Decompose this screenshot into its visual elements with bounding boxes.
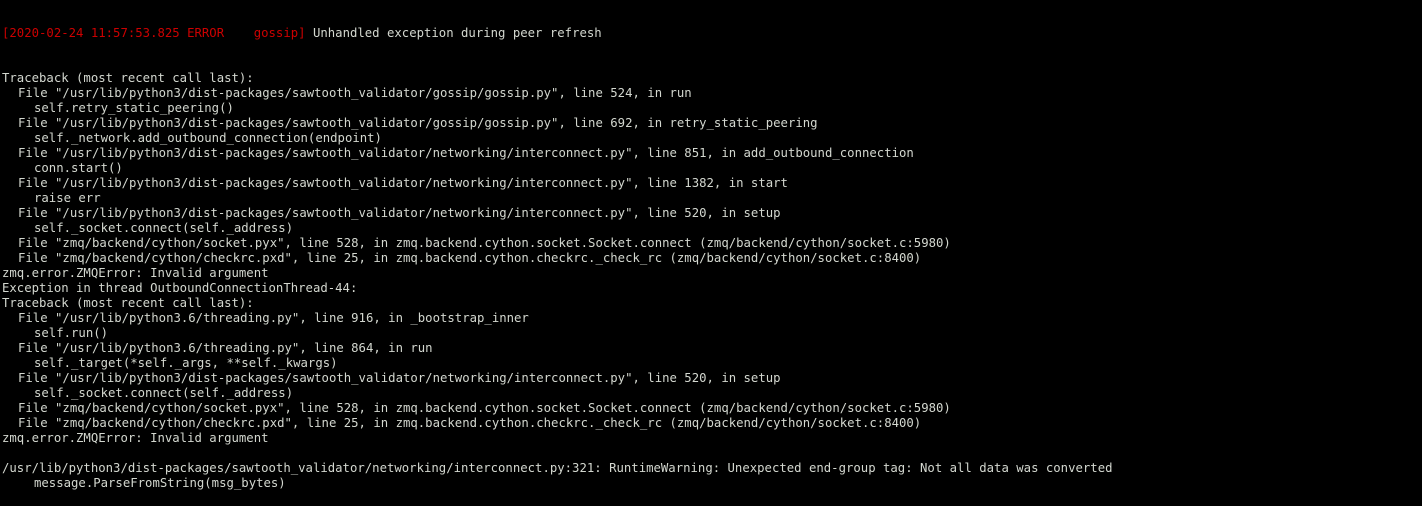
terminal-line: Traceback (most recent call last): [2,296,254,310]
terminal-line: raise err [34,191,101,205]
log-header-line: [2020-02-24 11:57:53.825 ERROR gossip] U… [2,26,1422,41]
terminal-line: self._socket.connect(self._address) [34,221,294,235]
terminal-line: File "/usr/lib/python3.6/threading.py", … [18,311,529,325]
terminal-line: File "/usr/lib/python3/dist-packages/saw… [18,371,781,385]
terminal-line: self.retry_static_peering() [34,101,234,115]
terminal-line: self._target(*self._args, **self._kwargs… [34,356,338,370]
terminal-line: zmq.error.ZMQError: Invalid argument [2,266,269,280]
terminal-line: File "/usr/lib/python3/dist-packages/saw… [18,116,818,130]
terminal-line: conn.start() [34,161,123,175]
terminal-line: File "zmq/backend/cython/socket.pyx", li… [18,401,951,415]
terminal-line: Exception in thread OutboundConnectionTh… [2,281,358,295]
terminal-line: self._network.add_outbound_connection(en… [34,131,382,145]
terminal-line: self._socket.connect(self._address) [34,386,294,400]
terminal-line: self.run() [34,326,109,340]
terminal-line: Traceback (most recent call last): [2,71,254,85]
log-timestamp-level: [2020-02-24 11:57:53.825 ERROR gossip] [2,26,306,40]
log-message: Unhandled exception during peer refresh [305,26,602,40]
terminal-line: File "zmq/backend/cython/checkrc.pxd", l… [18,251,922,265]
terminal-line: File "/usr/lib/python3/dist-packages/saw… [18,146,914,160]
terminal-line: File "/usr/lib/python3.6/threading.py", … [18,341,433,355]
terminal-line: /usr/lib/python3/dist-packages/sawtooth_… [2,461,1113,475]
terminal-line: message.ParseFromString(msg_bytes) [34,476,286,490]
terminal-output[interactable]: [2020-02-24 11:57:53.825 ERROR gossip] U… [0,0,1422,490]
terminal-line: File "zmq/backend/cython/socket.pyx", li… [18,236,951,250]
terminal-line: File "zmq/backend/cython/checkrc.pxd", l… [18,416,922,430]
terminal-line: File "/usr/lib/python3/dist-packages/saw… [18,86,692,100]
traceback-lines: Traceback (most recent call last): File "… [2,71,1422,491]
terminal-line: File "/usr/lib/python3/dist-packages/saw… [18,206,781,220]
terminal-line: File "/usr/lib/python3/dist-packages/saw… [18,176,788,190]
terminal-line: zmq.error.ZMQError: Invalid argument [2,431,269,445]
